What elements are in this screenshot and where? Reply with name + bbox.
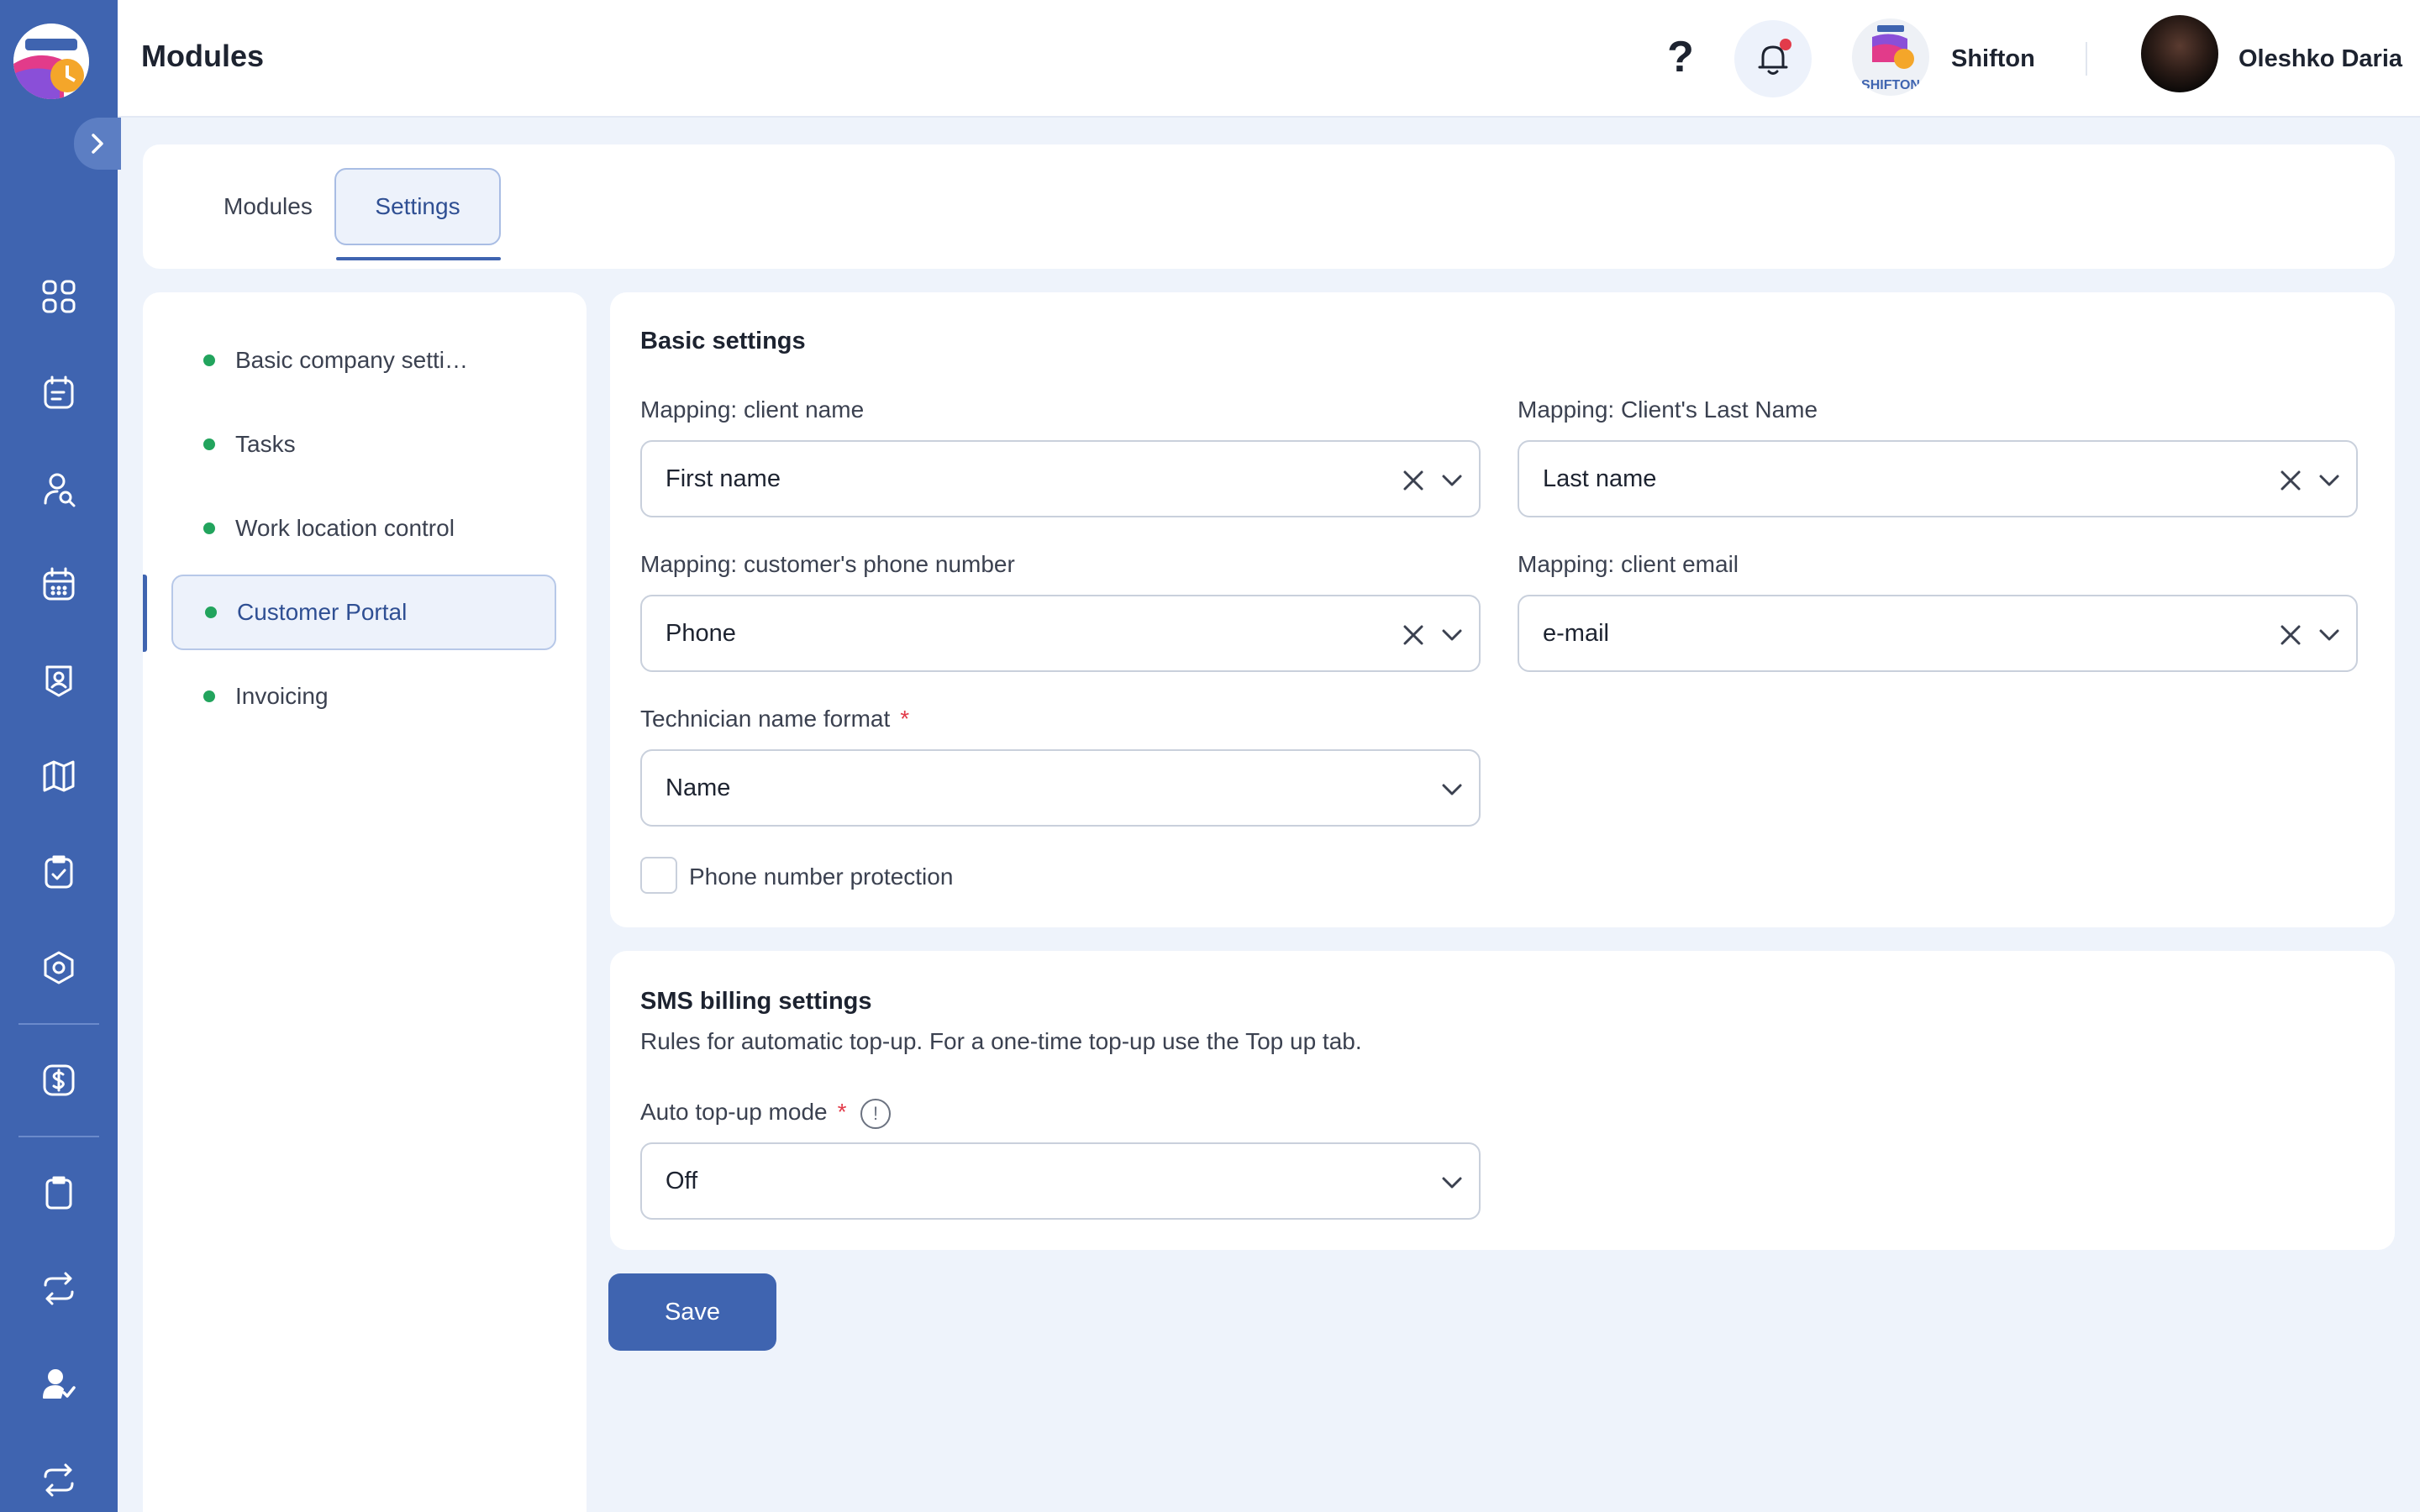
section-title: Basic settings (640, 328, 806, 354)
field-label-text: Auto top-up mode (640, 1099, 828, 1125)
auto-top-up-mode-select[interactable]: Off (640, 1142, 1481, 1220)
chevron-down-icon (2311, 617, 2348, 654)
nav-item-label: Customer Portal (237, 599, 408, 625)
rail-divider (18, 1136, 99, 1137)
last-name-select[interactable]: Last name (1518, 440, 2358, 517)
map-icon[interactable] (35, 753, 82, 800)
required-mark: * (900, 706, 910, 732)
user-avatar[interactable] (2141, 15, 2218, 92)
calendar-icon[interactable] (35, 561, 82, 608)
field-label: Mapping: client name (640, 396, 865, 423)
clear-icon[interactable] (1395, 617, 1432, 654)
status-dot (203, 690, 215, 702)
user-search-icon[interactable] (35, 465, 82, 512)
sync-icon[interactable] (35, 1265, 82, 1312)
phone-select[interactable]: Phone (640, 595, 1481, 672)
tab-modules[interactable]: Modules (183, 168, 353, 245)
nav-item-label: Tasks (235, 431, 296, 457)
sidebar-rail (0, 0, 121, 1512)
section-description: Rules for automatic top-up. For a one-ti… (640, 1028, 1362, 1054)
save-button[interactable]: Save (608, 1273, 776, 1351)
section-title: SMS billing settings (640, 988, 872, 1015)
schedule-list-icon[interactable] (35, 370, 82, 417)
field-label: Technician name format * (640, 706, 909, 732)
clear-icon[interactable] (1395, 462, 1432, 499)
status-dot (203, 354, 215, 366)
company-name[interactable]: Shifton (1951, 45, 2035, 73)
nav-item-basic-company-settings[interactable]: Basic company settings (171, 323, 556, 398)
billing-icon[interactable] (35, 1057, 82, 1104)
clear-icon[interactable] (2272, 617, 2309, 654)
nav-active-indicator (143, 575, 147, 652)
help-icon[interactable]: ? (1655, 32, 1706, 82)
select-value: Phone (666, 620, 736, 647)
user-name[interactable]: Oleshko Daria (2238, 45, 2402, 73)
technician-name-format-select[interactable]: Name (640, 749, 1481, 827)
user-check-icon[interactable] (35, 1361, 82, 1408)
field-label: Mapping: customer's phone number (640, 551, 1015, 577)
page-title: Modules (141, 39, 265, 73)
notifications-button[interactable] (1734, 20, 1812, 97)
tabs-bar: Modules Settings (143, 144, 2395, 269)
select-value: e-mail (1543, 620, 1609, 647)
status-dot (205, 606, 217, 618)
client-name-select[interactable]: First name (640, 440, 1481, 517)
field-label: Mapping: Client's Last Name (1518, 396, 1818, 423)
chevron-right-icon (92, 134, 103, 154)
company-avatar[interactable]: SHIFTON (1852, 18, 1929, 96)
nav-item-label: Basic company settings (235, 347, 479, 373)
nav-item-customer-portal[interactable]: Customer Portal (171, 575, 556, 650)
sms-billing-card: SMS billing settings Rules for automatic… (610, 951, 2395, 1250)
clipboard-check-icon[interactable] (35, 848, 82, 895)
nav-item-label: Work location control (235, 515, 455, 541)
settings-hex-icon[interactable] (35, 944, 82, 991)
status-dot (203, 438, 215, 450)
field-label: Auto top-up mode * (640, 1099, 847, 1126)
clipboard-icon[interactable] (35, 1169, 82, 1216)
expand-sidebar-button[interactable] (74, 118, 121, 170)
nav-item-tasks[interactable]: Tasks (171, 407, 556, 482)
rail-divider (18, 1023, 99, 1025)
checkbox-label[interactable]: Phone number protection (689, 864, 953, 890)
select-value: Name (666, 774, 731, 801)
select-value: First name (666, 465, 781, 492)
select-value: Last name (1543, 465, 1657, 492)
repeat-icon[interactable] (35, 1457, 82, 1504)
badge-icon[interactable] (35, 657, 82, 704)
phone-protection-checkbox[interactable] (640, 857, 677, 894)
chevron-down-icon (1434, 771, 1470, 808)
field-label: Mapping: client email (1518, 551, 1739, 577)
header-divider (2086, 42, 2087, 76)
svg-text:SHIFTON: SHIFTON (1861, 78, 1920, 92)
email-select[interactable]: e-mail (1518, 595, 2358, 672)
notification-badge (1780, 39, 1791, 50)
clear-icon[interactable] (2272, 462, 2309, 499)
basic-settings-card: Basic settings Mapping: client name Firs… (610, 292, 2395, 927)
active-tab-indicator (336, 257, 501, 260)
dashboard-icon[interactable] (35, 273, 82, 320)
nav-item-invoicing[interactable]: Invoicing (171, 659, 556, 734)
info-icon[interactable]: ! (860, 1099, 891, 1129)
nav-item-label: Invoicing (235, 683, 329, 709)
app-logo[interactable] (13, 24, 89, 99)
tab-settings[interactable]: Settings (334, 168, 501, 245)
chevron-down-icon (1434, 1164, 1470, 1201)
chevron-down-icon (1434, 617, 1470, 654)
chevron-down-icon (2311, 462, 2348, 499)
settings-nav: Basic company settings Tasks Work locati… (143, 292, 587, 1512)
chevron-down-icon (1434, 462, 1470, 499)
top-header: Modules ? SHIFTON Shifton Oleshko Daria (118, 0, 2420, 118)
required-mark: * (837, 1099, 847, 1125)
status-dot (203, 522, 215, 534)
field-label-text: Technician name format (640, 706, 891, 732)
select-value: Off (666, 1168, 698, 1194)
nav-item-work-location-control[interactable]: Work location control (171, 491, 556, 566)
